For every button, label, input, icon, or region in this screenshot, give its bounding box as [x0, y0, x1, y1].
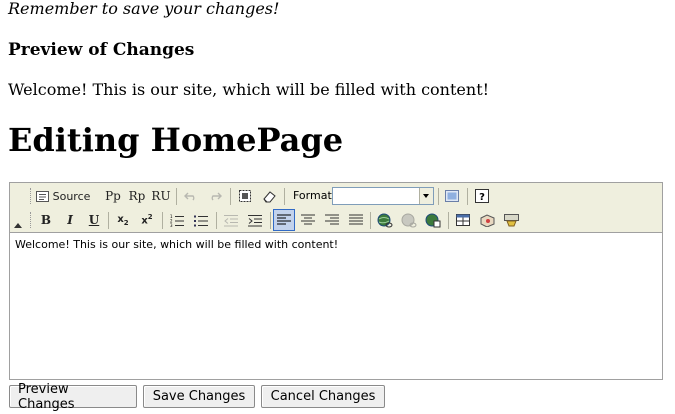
- outdent-icon: [224, 214, 238, 227]
- toolbar-separator: [284, 188, 285, 205]
- paste-text-button[interactable]: Pp: [102, 185, 124, 207]
- subscript-button[interactable]: x2: [112, 209, 134, 231]
- subscript-icon: x2: [117, 214, 128, 227]
- italic-button[interactable]: I: [59, 209, 81, 231]
- numbered-list-icon: 123: [170, 214, 184, 227]
- align-justify-icon: [349, 214, 363, 226]
- superscript-button[interactable]: x2: [136, 209, 158, 231]
- numbered-list-button[interactable]: 123: [166, 209, 188, 231]
- toolbar-grip: [30, 212, 33, 228]
- link-icon: [377, 213, 393, 228]
- editor-toolbar: Source Pp Rp RU Format ? B I U x2 x2 1 2…: [10, 183, 662, 233]
- paste-word-icon: Rp: [128, 189, 146, 203]
- page-title: Editing HomePage: [8, 121, 344, 159]
- page: Remember to save your changes! Preview o…: [0, 0, 675, 414]
- format-label: Format: [293, 189, 332, 202]
- toolbar-separator: [108, 212, 109, 229]
- unlink-button[interactable]: [398, 209, 420, 231]
- eraser-button[interactable]: [258, 185, 280, 207]
- align-right-icon: [325, 214, 339, 226]
- save-reminder: Remember to save your changes!: [8, 0, 280, 18]
- chevron-down-icon[interactable]: [419, 188, 433, 204]
- align-center-icon: [301, 214, 315, 226]
- select-all-button[interactable]: [234, 185, 256, 207]
- toolbar-separator: [467, 188, 468, 205]
- maximize-icon: [445, 190, 459, 202]
- collapse-toolbar-icon[interactable]: [14, 223, 22, 228]
- underline-icon: U: [88, 213, 100, 227]
- preview-changes-button[interactable]: Preview Changes: [9, 382, 137, 412]
- toolbar-grip: [30, 188, 33, 204]
- undo-icon: [184, 190, 198, 202]
- bulleted-list-button[interactable]: [190, 209, 212, 231]
- rich-text-editor: Source Pp Rp RU Format ? B I U x2 x2 1 2…: [9, 182, 663, 380]
- align-left-icon: [277, 214, 291, 226]
- toolbar-separator: [230, 188, 231, 205]
- toolbar-separator: [176, 188, 177, 205]
- editor-content-area[interactable]: Welcome! This is our site, which will be…: [10, 232, 662, 379]
- undo-button[interactable]: [180, 185, 202, 207]
- insert-table-button[interactable]: [452, 209, 474, 231]
- indent-button[interactable]: [244, 209, 266, 231]
- toolbar-separator: [370, 212, 371, 229]
- subscript-mark: 2: [123, 218, 129, 227]
- remove-format-icon: RU: [151, 189, 171, 203]
- toolbar-separator: [216, 212, 217, 229]
- maximize-button[interactable]: [441, 185, 463, 207]
- special-char-button[interactable]: [500, 209, 522, 231]
- align-left-button[interactable]: [273, 209, 295, 231]
- special-char-icon: [503, 213, 519, 227]
- help-icon: ?: [475, 189, 489, 203]
- remove-format-button[interactable]: RU: [150, 185, 172, 207]
- insert-link-button[interactable]: [374, 209, 396, 231]
- indent-icon: [248, 214, 262, 227]
- svg-text:3: 3: [170, 223, 173, 227]
- superscript-icon: x2: [141, 213, 152, 226]
- toolbar-separator: [448, 212, 449, 229]
- paste-text-icon: Pp: [105, 189, 121, 203]
- select-all-icon: [238, 189, 252, 203]
- redo-button[interactable]: [204, 185, 226, 207]
- paste-word-button[interactable]: Rp: [126, 185, 148, 207]
- toolbar-separator: [438, 188, 439, 205]
- cancel-changes-button[interactable]: Cancel Changes: [261, 385, 385, 408]
- toolbar-separator: [162, 212, 163, 229]
- svg-text:?: ?: [479, 192, 485, 203]
- image-icon: [480, 213, 495, 227]
- save-changes-button[interactable]: Save Changes: [143, 385, 255, 408]
- outdent-button[interactable]: [220, 209, 242, 231]
- align-justify-button[interactable]: [345, 209, 367, 231]
- underline-button[interactable]: U: [83, 209, 105, 231]
- anchor-icon: [425, 213, 441, 228]
- bold-button[interactable]: B: [35, 209, 57, 231]
- align-center-button[interactable]: [297, 209, 319, 231]
- help-button[interactable]: ?: [471, 185, 493, 207]
- superscript-mark: 2: [147, 213, 153, 222]
- bold-icon: B: [40, 213, 52, 227]
- preview-text: Welcome! This is our site, which will be…: [8, 80, 490, 99]
- source-label: Source: [52, 189, 91, 203]
- preview-heading: Preview of Changes: [8, 40, 195, 60]
- table-icon: [456, 214, 470, 226]
- toolbar-separator: [270, 212, 271, 229]
- insert-image-button[interactable]: [476, 209, 498, 231]
- format-select[interactable]: [332, 187, 434, 205]
- unlink-icon: [401, 213, 417, 228]
- anchor-button[interactable]: [422, 209, 444, 231]
- eraser-icon: [262, 190, 277, 203]
- source-button[interactable]: Source: [35, 185, 91, 207]
- align-right-button[interactable]: [321, 209, 343, 231]
- source-icon: [35, 190, 49, 203]
- italic-icon: I: [67, 213, 73, 227]
- bulleted-list-icon: [194, 214, 208, 227]
- redo-icon: [208, 190, 222, 202]
